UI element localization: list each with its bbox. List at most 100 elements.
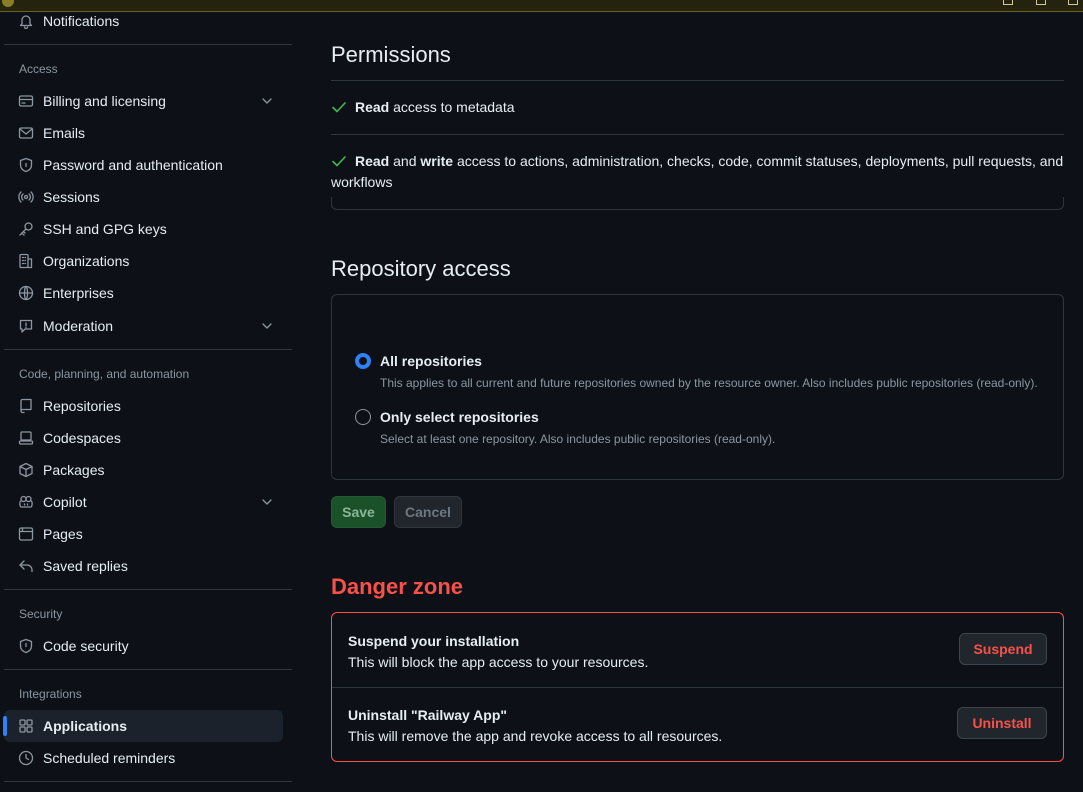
package-icon (19, 462, 33, 478)
suspend-button[interactable]: Suspend (959, 633, 1047, 665)
sidebar-item-label: Codespaces (43, 430, 121, 446)
bell-icon (19, 15, 33, 29)
sidebar-item-label: Copilot (43, 494, 87, 510)
sidebar-item-enterprises[interactable]: Enterprises (4, 277, 283, 309)
uninstall-button[interactable]: Uninstall (957, 707, 1047, 739)
sidebar-item-label: Password and authentication (43, 157, 223, 173)
sidebar-item-label: Organizations (43, 253, 130, 269)
apps-icon (19, 719, 33, 733)
divider (4, 669, 292, 670)
settings-sidebar: Notifications Access Billing and licensi… (0, 11, 300, 792)
chevron-down-icon[interactable] (259, 318, 275, 334)
cancel-button[interactable]: Cancel (394, 496, 462, 528)
sidebar-item-label: Saved replies (43, 558, 128, 574)
section-heading-security: Security (19, 607, 63, 621)
sidebar-item-scheduled-reminders[interactable]: Scheduled reminders (4, 742, 283, 774)
repo-icon (20, 398, 32, 414)
shield-icon (19, 638, 33, 654)
danger-zone-box: Suspend your installation This will bloc… (331, 612, 1064, 762)
sidebar-item-pages[interactable]: Pages (4, 518, 283, 550)
mail-icon (18, 127, 34, 139)
sidebar-item-label: Billing and licensing (43, 93, 166, 109)
codespaces-icon (18, 431, 34, 445)
sidebar-item-notifications[interactable]: Notifications (4, 5, 283, 37)
section-heading-integrations: Integrations (19, 687, 82, 701)
copilot-icon (19, 495, 33, 508)
sidebar-item-password[interactable]: Password and authentication (4, 149, 283, 181)
divider (332, 687, 1063, 688)
reply-icon (19, 560, 33, 573)
permissions-heading: Permissions (331, 42, 451, 67)
sidebar-item-label: Emails (43, 125, 86, 141)
globe-icon (18, 285, 34, 301)
uninstall-desc: This will remove the app and revoke acce… (348, 728, 723, 744)
divider (4, 781, 292, 782)
suspend-desc: This will block the app access to your r… (348, 654, 649, 670)
chevron-down-icon[interactable] (259, 494, 275, 510)
check-icon (332, 156, 346, 167)
section-heading-code: Code, planning, and automation (19, 367, 190, 381)
sidebar-item-label: Pages (43, 526, 83, 542)
permission-level: Read (355, 153, 390, 169)
credit-card-icon (18, 95, 34, 107)
permissions-box-bottom (331, 197, 1064, 210)
section-heading-access: Access (19, 62, 58, 76)
sidebar-item-repositories[interactable]: Repositories (4, 390, 283, 422)
sidebar-item-organizations[interactable]: Organizations (4, 245, 283, 277)
permission-level: write (420, 153, 454, 169)
sidebar-item-applications[interactable]: Applications (3, 710, 283, 742)
danger-zone-heading: Danger zone (331, 574, 464, 599)
divider (4, 349, 292, 350)
window-control-icon[interactable] (1036, 0, 1046, 5)
window-control-icon[interactable] (1003, 0, 1013, 5)
suspend-title: Suspend your installation (348, 633, 520, 649)
save-button[interactable]: Save (331, 496, 386, 528)
sidebar-item-label: Applications (43, 718, 128, 734)
sidebar-item-label: Sessions (43, 189, 100, 205)
permission-read-write: Read and write access to actions, admini… (331, 151, 1064, 193)
sidebar-item-saved-replies[interactable]: Saved replies (4, 550, 283, 582)
sidebar-item-moderation[interactable]: Moderation (4, 310, 283, 342)
permission-level: Read (355, 99, 390, 115)
sidebar-item-copilot[interactable]: Copilot (4, 486, 283, 518)
repository-access-box: All repositories This applies to all cur… (331, 294, 1064, 480)
sidebar-item-label: SSH and GPG keys (43, 221, 167, 237)
sidebar-item-label: Code security (43, 638, 129, 654)
radio-select-repositories[interactable] (355, 409, 371, 425)
radio-all-repositories[interactable] (355, 353, 371, 369)
check-icon (332, 102, 346, 113)
permission-text: access to metadata (389, 99, 515, 115)
divider (331, 134, 1064, 135)
divider (4, 44, 292, 45)
divider (331, 80, 1064, 81)
all-repositories-label[interactable]: All repositories (380, 352, 482, 370)
select-repositories-label[interactable]: Only select repositories (380, 408, 539, 426)
all-repositories-desc: This applies to all current and future r… (380, 376, 1038, 390)
sidebar-item-label: Notifications (43, 13, 120, 29)
sidebar-item-label: Moderation (43, 318, 114, 334)
shield-lock-icon (19, 157, 33, 173)
chevron-down-icon[interactable] (259, 93, 275, 109)
organization-icon (19, 253, 33, 269)
window-control-icon[interactable] (1068, 0, 1078, 5)
sidebar-item-label: Scheduled reminders (43, 750, 176, 766)
sidebar-item-ssh-keys[interactable]: SSH and GPG keys (4, 213, 283, 245)
sidebar-item-packages[interactable]: Packages (4, 454, 283, 486)
sidebar-item-label: Enterprises (43, 285, 114, 301)
repository-access-heading: Repository access (331, 256, 511, 281)
sidebar-item-codespaces[interactable]: Codespaces (4, 422, 283, 454)
sidebar-item-sessions[interactable]: Sessions (4, 181, 283, 213)
sidebar-item-billing[interactable]: Billing and licensing (4, 85, 283, 117)
select-repositories-desc: Select at least one repository. Also inc… (380, 432, 776, 446)
browser-icon (18, 527, 34, 541)
divider (4, 589, 292, 590)
permission-read-metadata: Read access to metadata (331, 97, 1064, 118)
key-icon (19, 222, 33, 236)
sidebar-item-emails[interactable]: Emails (4, 117, 283, 149)
sidebar-item-code-security[interactable]: Code security (4, 630, 283, 662)
permission-text: and (389, 153, 421, 169)
broadcast-icon (18, 191, 34, 203)
active-indicator (3, 716, 7, 736)
sidebar-item-label: Packages (43, 462, 105, 478)
clock-icon (18, 750, 34, 766)
